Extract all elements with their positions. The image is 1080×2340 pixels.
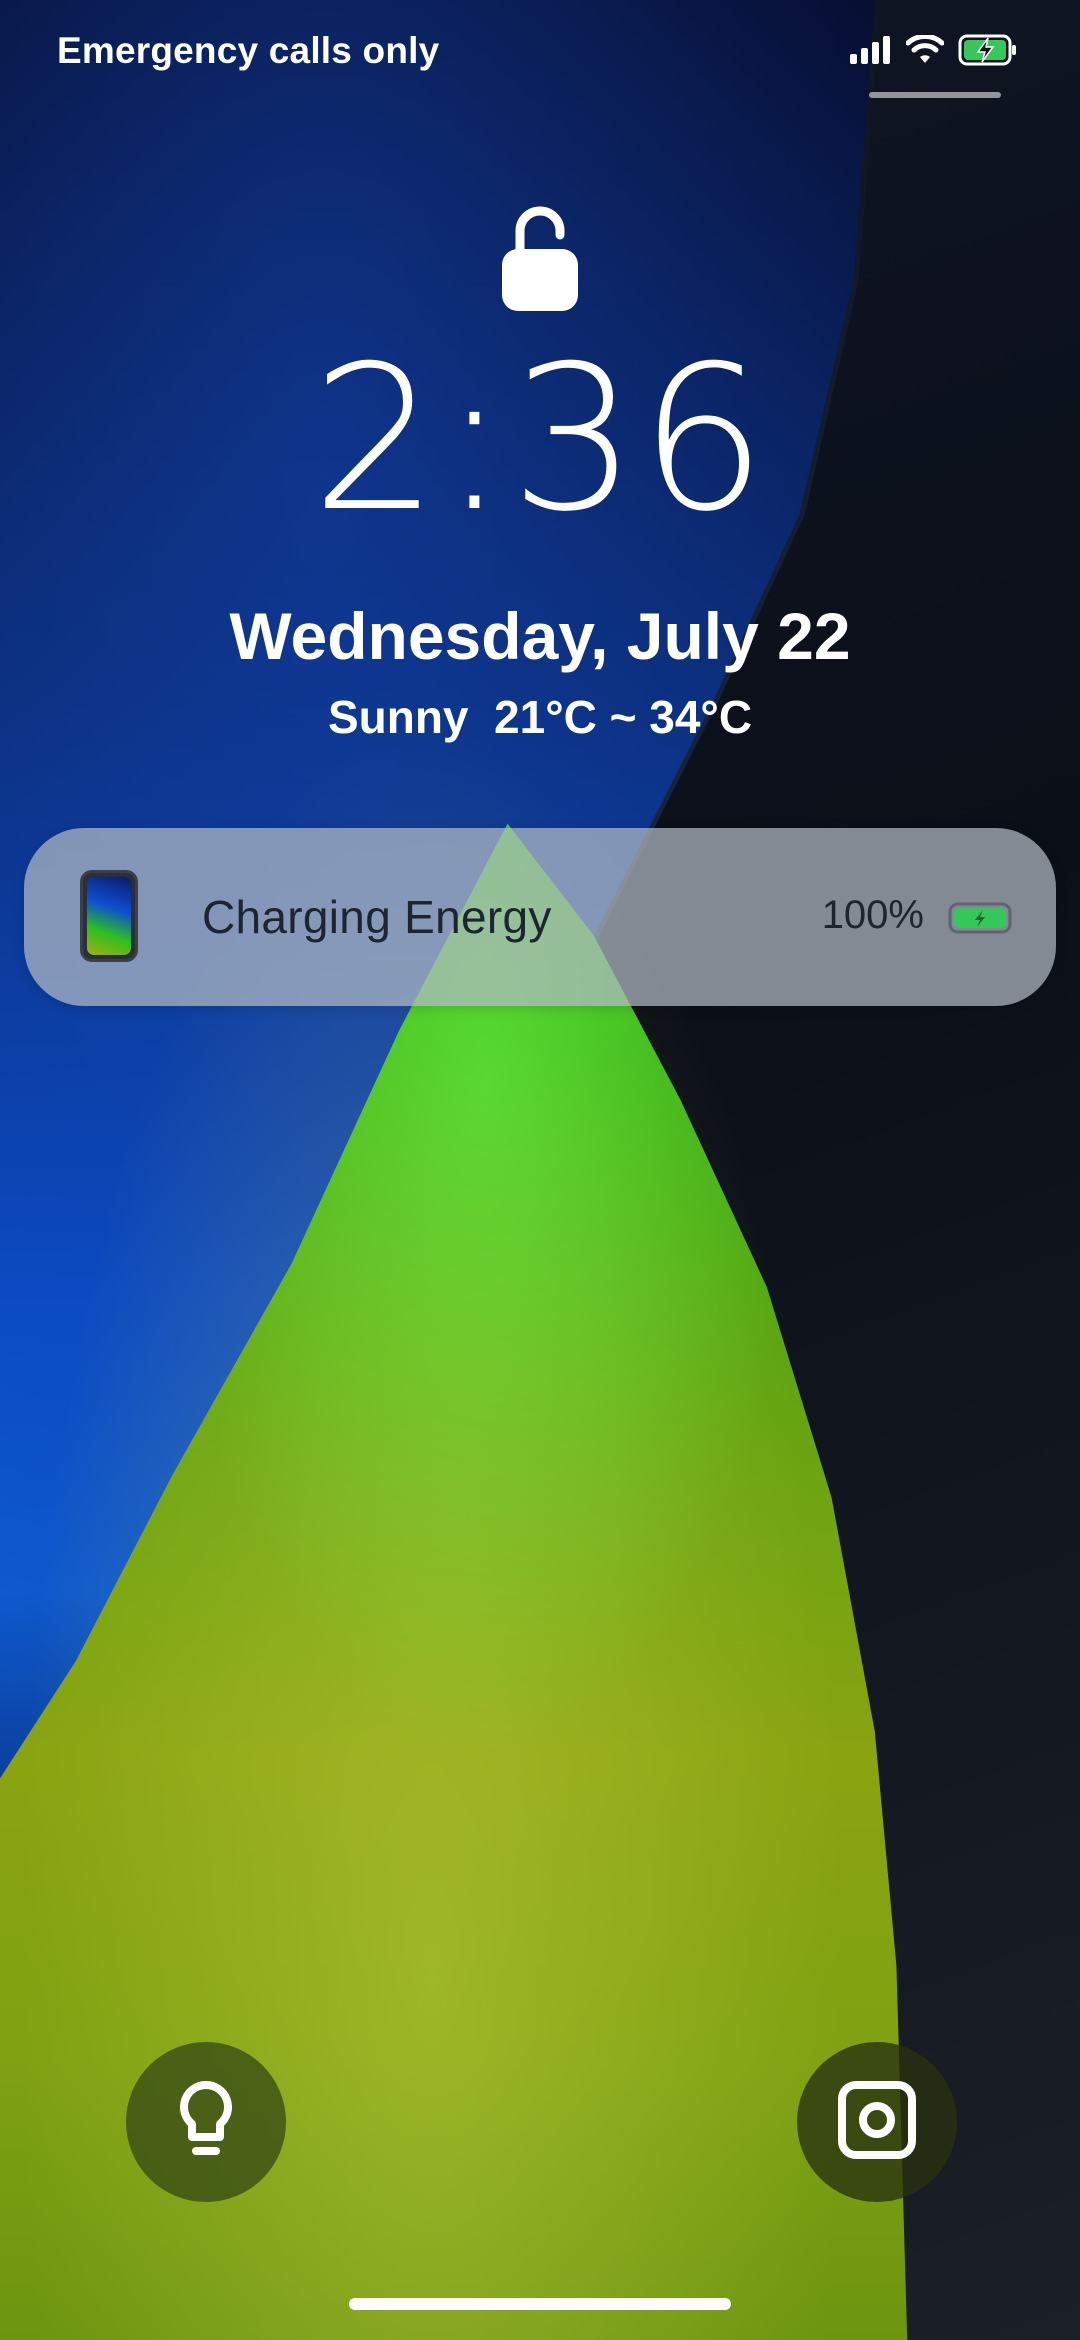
lock-screen-weather: Sunny 21°C ~ 34°C: [327, 691, 753, 743]
battery-charging-icon: [948, 902, 1012, 934]
lock-screen-date: Wednesday, July 22: [229, 599, 851, 673]
lock-screen-clock: 2:36: [311, 323, 769, 556]
battery-percentage: 100%: [821, 893, 924, 937]
status-bar-handle: [869, 92, 1001, 98]
flashlight-icon: [175, 2079, 237, 2166]
camera-button[interactable]: [797, 2042, 957, 2202]
flashlight-button[interactable]: [126, 2042, 286, 2202]
carrier-status-text: Emergency calls only: [57, 30, 440, 71]
phone-wallpaper-icon: [80, 870, 138, 962]
battery-charging-icon: [958, 34, 1018, 66]
charging-notification[interactable]: Charging Energy 100%: [24, 828, 1056, 1006]
notification-title: Charging Energy: [202, 891, 552, 943]
camera-icon: [836, 2079, 918, 2166]
status-bar: Emergency calls only: [0, 0, 1080, 110]
signal-icon: [850, 36, 892, 64]
wifi-icon: [906, 35, 944, 65]
home-indicator[interactable]: [349, 2298, 731, 2310]
status-icons: [850, 30, 1018, 70]
unlocked-padlock-icon: [498, 205, 582, 311]
